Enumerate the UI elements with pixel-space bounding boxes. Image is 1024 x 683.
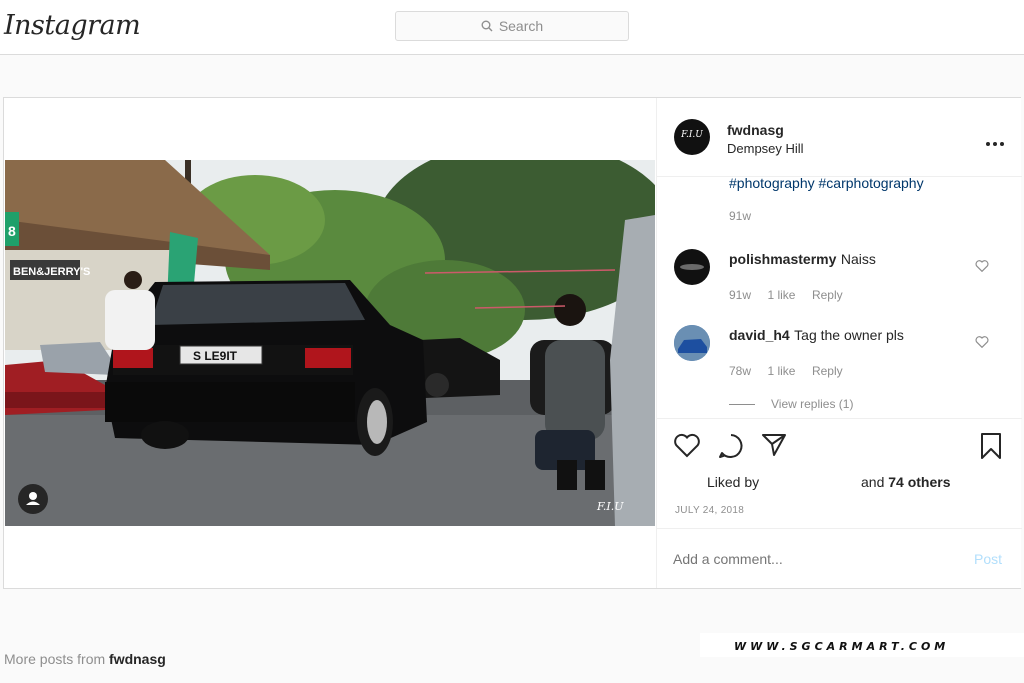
post-author-username[interactable]: fwdnasg — [727, 122, 784, 138]
photo-illustration: BEN&JERRY'S 8 S LE9IT F.I.U — [5, 160, 655, 526]
comment-meta: 78w 1 like Reply — [729, 362, 843, 380]
shop-sign-text: BEN&JERRY'S — [13, 266, 90, 278]
comment-username[interactable]: david_h4 — [729, 327, 790, 343]
comment-row: david_h4 Tag the owner pls — [729, 327, 904, 345]
site-watermark: WWW.SGCARMART.COM — [700, 633, 1024, 657]
comment-text: Tag the owner pls — [794, 327, 904, 343]
more-posts-user[interactable]: fwdnasg — [109, 651, 166, 667]
view-replies-label: View replies (1) — [771, 397, 854, 411]
liked-by-label: Liked by — [707, 474, 760, 490]
comment-username[interactable]: polishmastermy — [729, 251, 836, 267]
add-comment-bar: Post — [657, 528, 1022, 588]
comment-meta: 91w 1 like Reply — [729, 286, 843, 304]
comment-row: polishmastermy Naiss — [729, 251, 876, 269]
post-actions: Liked by and 74 others JULY 24, 2018 — [657, 418, 1022, 528]
search-placeholder: Search — [498, 18, 544, 34]
view-replies[interactable]: View replies (1) — [729, 397, 853, 411]
comment-like-heart-icon[interactable] — [975, 259, 989, 277]
comment-reply-button[interactable]: Reply — [812, 288, 843, 302]
instagram-logo[interactable]: Instagram — [4, 10, 141, 41]
more-options-icon[interactable] — [985, 134, 1005, 146]
post-card: BEN&JERRY'S 8 S LE9IT F.I.U F.I.U fwdnas… — [3, 97, 1022, 589]
license-plate-text: S LE9IT — [193, 349, 238, 363]
save-bookmark-icon[interactable] — [979, 432, 1003, 465]
comment-like-heart-icon[interactable] — [975, 335, 989, 353]
number-sign-text: 8 — [8, 223, 16, 239]
post-comment-button[interactable]: Post — [974, 551, 1002, 567]
avatar-text: F.I.U — [681, 130, 703, 140]
more-posts-heading: More posts from fwdnasg — [4, 651, 166, 667]
photo-watermark: F.I.U — [596, 500, 624, 513]
post-date[interactable]: JULY 24, 2018 — [675, 505, 744, 516]
post-author-avatar[interactable]: F.I.U — [674, 119, 710, 155]
comment-avatar[interactable] — [674, 325, 710, 361]
comment-likes[interactable]: 1 like — [767, 364, 795, 378]
comment-reply-button[interactable]: Reply — [812, 364, 843, 378]
post-photo[interactable]: BEN&JERRY'S 8 S LE9IT F.I.U — [5, 160, 655, 526]
like-heart-icon[interactable] — [673, 432, 701, 463]
search-icon — [481, 20, 493, 32]
likes-others-count: 74 others — [888, 474, 951, 490]
post-header: F.I.U fwdnasg Dempsey Hill — [657, 98, 1022, 177]
share-icon[interactable] — [761, 432, 787, 463]
comment-time: 78w — [729, 364, 752, 378]
top-nav-bar: Instagram Search — [0, 0, 1024, 55]
caption-time: 91w — [729, 209, 752, 223]
comment-text: Naiss — [840, 251, 876, 267]
likes-others-prefix: and — [861, 474, 885, 490]
post-side-panel: F.I.U fwdnasg Dempsey Hill #photography … — [656, 98, 1022, 588]
more-posts-prefix: More posts from — [4, 651, 106, 667]
caption-hashtags[interactable]: #photography #carphotography — [729, 175, 924, 191]
add-comment-input[interactable] — [673, 547, 953, 571]
view-replies-line — [729, 403, 755, 405]
comment-likes[interactable]: 1 like — [767, 288, 795, 302]
post-location[interactable]: Dempsey Hill — [727, 141, 804, 156]
search-box[interactable]: Search — [395, 11, 629, 41]
comment-icon[interactable] — [717, 432, 745, 465]
comment-time: 91w — [729, 288, 752, 302]
likes-summary[interactable]: and 74 others — [861, 474, 951, 490]
comment-avatar[interactable] — [674, 249, 710, 285]
user-tags-icon[interactable] — [18, 484, 48, 514]
